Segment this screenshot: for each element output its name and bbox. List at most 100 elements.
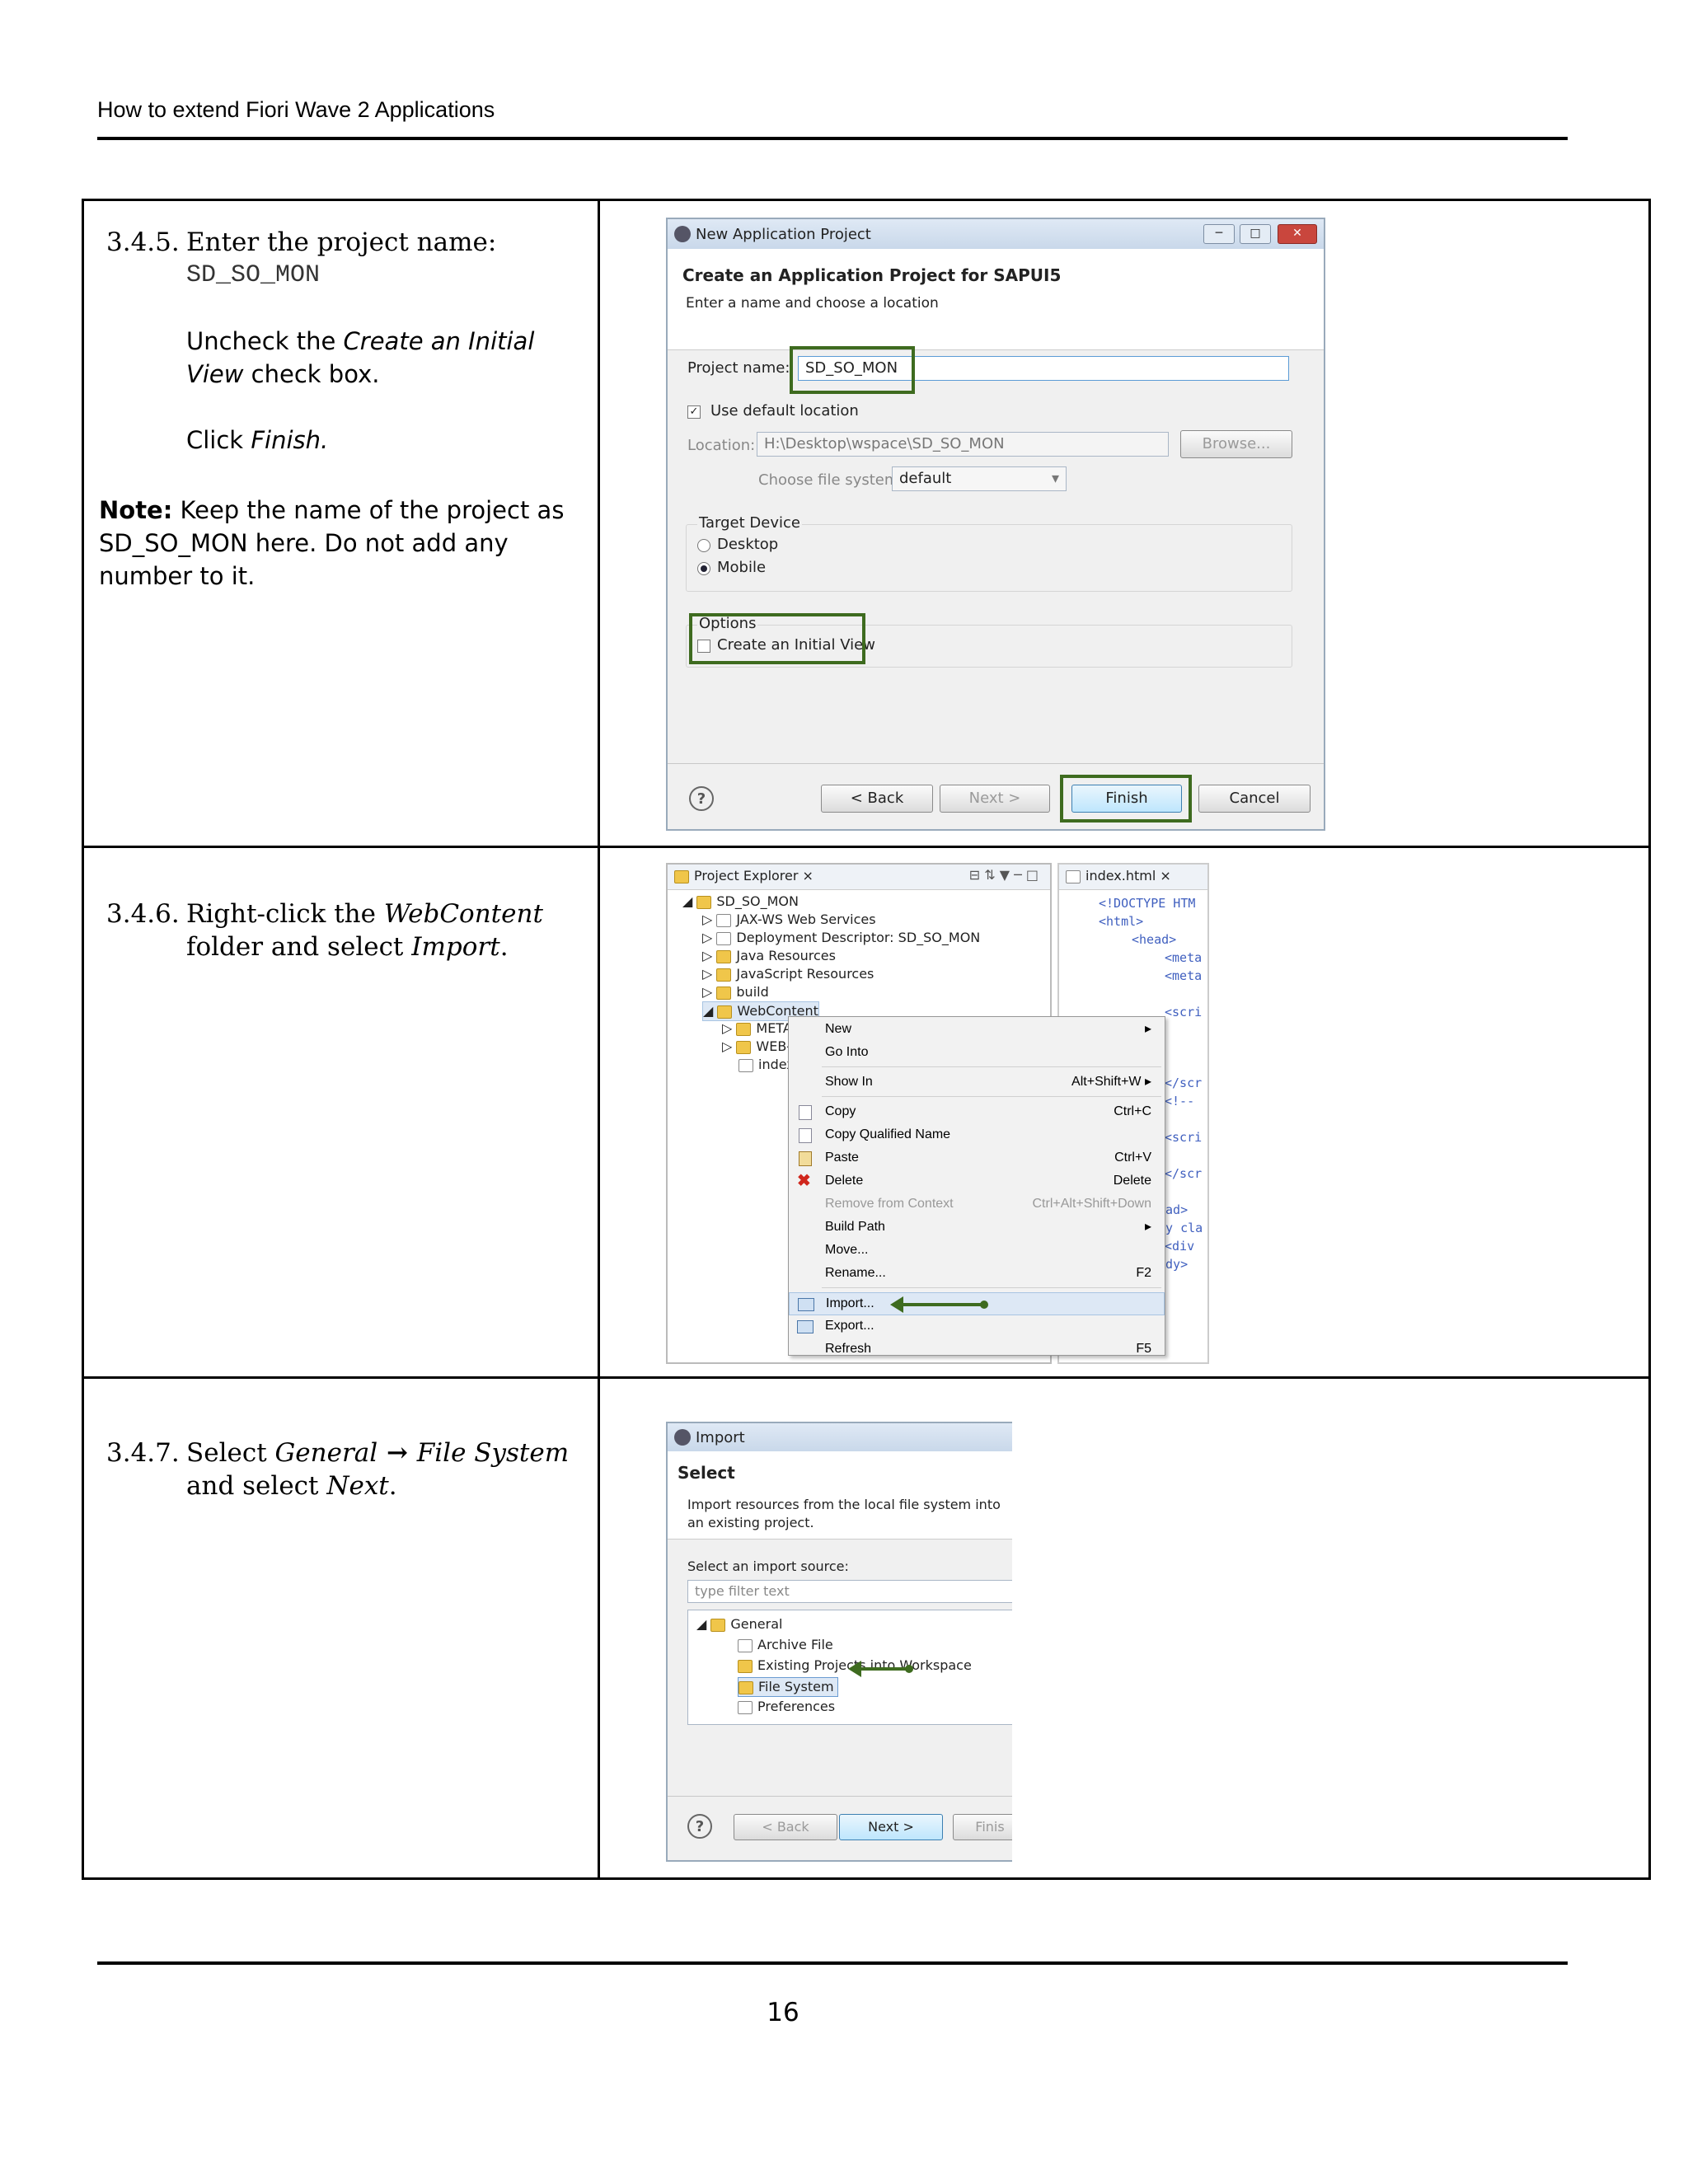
tree-item-archive-file[interactable]: Archive File xyxy=(738,1636,833,1654)
paste-icon xyxy=(799,1151,812,1166)
mobile-label: Mobile xyxy=(717,559,767,576)
use-default-location-checkbox[interactable]: ✓ xyxy=(687,405,701,419)
step-3-4-5-instructions: 3.4.5. Enter the project name: SD_SO_MON… xyxy=(82,199,600,848)
tree-item[interactable]: ▷ JavaScript Resources xyxy=(702,965,874,983)
code-line: <meta xyxy=(1165,968,1203,983)
step-number: 3.4.5. xyxy=(106,227,180,257)
import-banner-title: Select xyxy=(678,1463,735,1483)
tree-item-preferences[interactable]: Preferences xyxy=(738,1698,835,1716)
tree-item[interactable]: ▷ Deployment Descriptor: SD_SO_MON xyxy=(702,929,980,947)
tree-item[interactable]: ◢ SD_SO_MON xyxy=(682,893,799,911)
delete-icon: ✖ xyxy=(797,1172,811,1190)
menu-separator xyxy=(822,1096,1161,1097)
export-icon xyxy=(797,1320,814,1333)
minimize-button[interactable]: ─ xyxy=(1203,224,1235,244)
dialog-banner: Create an Application Project for SAPUI5… xyxy=(668,249,1324,350)
menu-item-new[interactable]: New ▸ xyxy=(789,1019,1165,1040)
close-button[interactable]: ✕ xyxy=(1278,224,1317,244)
import-banner: Select Import resources from the local f… xyxy=(668,1451,1012,1540)
menu-item-move[interactable]: Move... xyxy=(789,1240,1165,1261)
menu-item-go-into[interactable]: Go Into xyxy=(789,1042,1165,1063)
banner-subtitle: Enter a name and choose a location xyxy=(686,295,939,312)
tree-item[interactable]: ▷ JAX-WS Web Services xyxy=(702,911,876,929)
folder-icon xyxy=(674,869,689,883)
project-name-code: SD_SO_MON xyxy=(186,261,321,289)
file-system-label: Choose file system: xyxy=(758,471,904,489)
tree-item[interactable]: ▷ WEB- xyxy=(722,1038,791,1056)
archive-icon xyxy=(738,1638,753,1652)
click-instruction: Click Finish. xyxy=(186,426,329,454)
web-services-icon xyxy=(716,913,732,927)
menu-item-remove-from-context[interactable]: Remove from Context Ctrl+Alt+Shift+Down xyxy=(789,1193,1165,1215)
tree-item[interactable]: ▷ Java Resources xyxy=(702,947,836,965)
import-finish-button[interactable]: Finis xyxy=(953,1814,1012,1840)
code-line: </scr xyxy=(1165,1166,1203,1181)
code-line: </scr xyxy=(1165,1076,1203,1090)
note-text: Note: Keep the name of the project as SD… xyxy=(99,496,565,590)
target-device-label: Target Device xyxy=(697,514,802,532)
use-default-location-label: Use default location xyxy=(710,402,859,419)
steps-table: 3.4.5. Enter the project name: SD_SO_MON… xyxy=(82,199,1651,1880)
menu-item-show-in[interactable]: Show In Alt+Shift+W ▸ xyxy=(789,1071,1165,1093)
filter-input[interactable]: type filter text xyxy=(687,1580,1012,1603)
index-html-tab[interactable]: index.html × xyxy=(1066,868,1171,883)
step-number: 3.4.6. xyxy=(106,899,180,929)
tree-item[interactable]: index xyxy=(738,1056,795,1074)
explorer-toolbar: Project Explorer × ⊟ ⇅ ▼ ─ □ xyxy=(668,865,1050,890)
import-source-label: Select an import source: xyxy=(687,1558,849,1574)
import-back-button[interactable]: < Back xyxy=(734,1814,837,1840)
descriptor-icon xyxy=(716,931,732,945)
copy-icon xyxy=(799,1105,812,1120)
view-menu-icons[interactable]: ⊟ ⇅ ▼ ─ □ xyxy=(969,867,1039,883)
step-3-4-7-screenshot: Import Select Import resources from the … xyxy=(598,1376,1651,1880)
project-explorer-tab[interactable]: Project Explorer × xyxy=(674,868,814,883)
java-resources-icon xyxy=(716,949,732,963)
help-icon[interactable]: ? xyxy=(687,1814,712,1839)
tree-item[interactable]: ▷ build xyxy=(702,983,769,1001)
folder-icon xyxy=(710,1618,726,1632)
menu-item-export[interactable]: Export... xyxy=(789,1315,1165,1337)
next-button[interactable]: Next > xyxy=(940,785,1050,813)
location-input[interactable]: H:\Desktop\wspace\SD_SO_MON xyxy=(757,432,1169,457)
menu-item-delete[interactable]: ✖ Delete Delete xyxy=(789,1170,1165,1192)
initial-view-highlight xyxy=(689,613,865,664)
page-number: 16 xyxy=(767,1998,799,2027)
target-device-group xyxy=(686,524,1292,592)
menu-item-build-path[interactable]: Build Path ▸ xyxy=(789,1216,1165,1238)
import-titlebar: Import xyxy=(668,1423,1012,1451)
cancel-button[interactable]: Cancel xyxy=(1198,785,1311,813)
finish-highlight xyxy=(1060,775,1192,823)
menu-item-paste[interactable]: Paste Ctrl+V xyxy=(789,1147,1165,1169)
project-name-label: Project name: xyxy=(687,359,790,377)
menu-item-copy-qualified-name[interactable]: Copy Qualified Name xyxy=(789,1124,1165,1146)
back-button[interactable]: < Back xyxy=(821,785,933,813)
step-number: 3.4.7. xyxy=(106,1438,180,1468)
import-banner-subtitle: Import resources from the local file sys… xyxy=(687,1497,1001,1530)
desktop-radio[interactable] xyxy=(697,539,710,552)
header-rule xyxy=(97,137,1568,140)
pointer-arrow xyxy=(890,1296,988,1313)
step-3-4-6-screenshot: Project Explorer × ⊟ ⇅ ▼ ─ □ ◢ SD_SO_MON… xyxy=(598,846,1651,1379)
help-icon[interactable]: ? xyxy=(689,786,714,811)
menu-item-rename[interactable]: Rename... F2 xyxy=(789,1263,1165,1284)
menu-item-copy[interactable]: Copy Ctrl+C xyxy=(789,1101,1165,1122)
import-next-button[interactable]: Next > xyxy=(839,1814,943,1840)
step-text: Right-click the WebContent folder and se… xyxy=(186,899,543,962)
maximize-button[interactable]: □ xyxy=(1240,224,1271,244)
tree-item-file-system[interactable]: File System xyxy=(738,1677,838,1697)
pointer-arrow xyxy=(848,1661,913,1677)
browse-button[interactable]: Browse... xyxy=(1180,430,1292,458)
tree-item[interactable]: ▷ META xyxy=(722,1019,792,1038)
tree-item-general[interactable]: ◢ General xyxy=(696,1615,782,1633)
menu-separator xyxy=(822,1287,1161,1288)
code-line: <scri xyxy=(1165,1130,1203,1145)
mobile-radio[interactable] xyxy=(697,562,710,575)
location-label: Location: xyxy=(687,437,756,454)
code-line: <html> xyxy=(1099,914,1144,929)
code-line: <scri xyxy=(1165,1005,1203,1019)
menu-item-refresh[interactable]: Refresh F5 xyxy=(789,1338,1165,1360)
folder-icon xyxy=(716,986,732,1000)
file-system-select[interactable]: default ▾ xyxy=(892,466,1067,491)
code-line: <div xyxy=(1165,1239,1195,1254)
new-application-project-dialog: New Application Project ─ □ ✕ Create an … xyxy=(666,218,1325,831)
